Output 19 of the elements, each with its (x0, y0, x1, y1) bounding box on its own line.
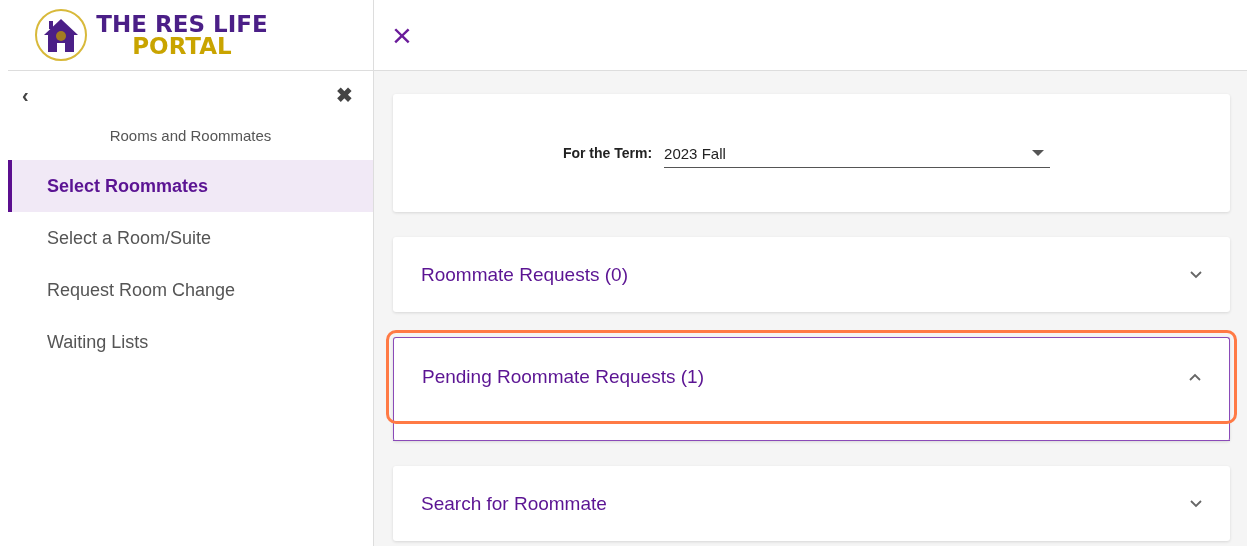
sidebar-heading: Rooms and Roommates (108, 127, 273, 144)
logo-subtitle: PORTAL (132, 35, 232, 57)
close-sidebar-button[interactable]: ✖ (336, 85, 353, 105)
section-title[interactable]: Pending Roommate Requests (1) (422, 366, 704, 388)
sidebar-item[interactable]: Select Roommates (8, 160, 373, 212)
sidebar-item[interactable]: Request Room Change (8, 264, 373, 316)
logo-title: THE RES LIFE (96, 13, 268, 35)
chevron-down-icon[interactable] (1190, 270, 1202, 279)
sidebar-item[interactable]: Select a Room/Suite (8, 212, 373, 264)
sidebar-item[interactable]: Waiting Lists (8, 316, 373, 368)
back-button[interactable]: ‹ (22, 85, 29, 105)
house-logo-icon (34, 8, 89, 62)
chevron-up-icon[interactable] (1189, 373, 1201, 381)
section-title[interactable]: Roommate Requests (0) (421, 263, 628, 286)
term-dropdown[interactable]: 2023 Fall (664, 138, 1051, 168)
section-title[interactable]: Search for Roommate (421, 492, 607, 515)
chevron-down-icon[interactable] (1190, 499, 1202, 508)
close-button[interactable]: × (392, 20, 412, 50)
term-label: For the Term: (562, 145, 653, 161)
